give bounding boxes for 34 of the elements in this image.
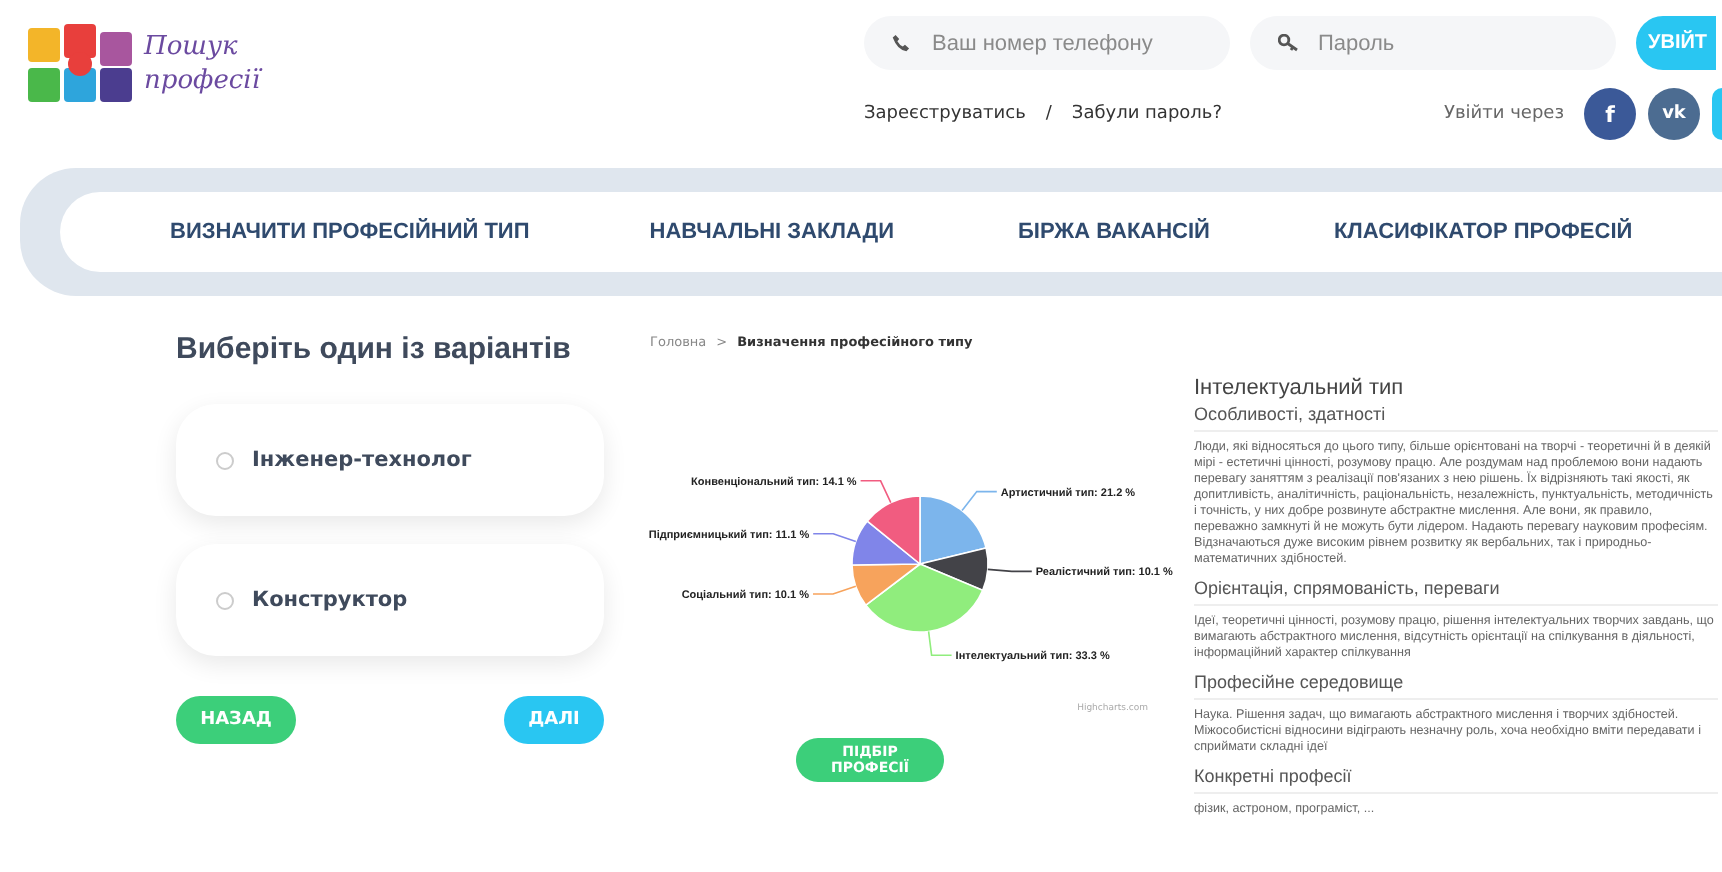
option-label: Конструктор xyxy=(252,588,408,612)
forgot-password-link[interactable]: Забули пароль? xyxy=(1071,104,1222,124)
phone-field[interactable]: Ваш номер телефону xyxy=(864,16,1230,70)
leader-line xyxy=(987,568,1033,573)
answer-option[interactable]: Конструктор xyxy=(176,544,604,656)
register-link[interactable]: Зареєструватись xyxy=(864,104,1026,124)
logo-text: Пошук xyxy=(144,30,240,64)
section-heading: Конкретні професії xyxy=(1194,766,1718,794)
answer-option[interactable]: Інженер-технолог xyxy=(176,404,604,516)
nav-link[interactable]: ВИЗНАЧИТИ ПРОФЕСІЙНИЙ ТИП xyxy=(170,220,530,244)
leader-line xyxy=(812,533,857,543)
logo-text: професії xyxy=(144,64,260,98)
nav-link[interactable]: БІРЖА ВАКАНСІЙ xyxy=(1018,220,1210,244)
leader-line xyxy=(961,490,998,512)
section-heading: Професійне середовище xyxy=(1194,672,1718,700)
quiz-title: Виберіть один із варіантів xyxy=(176,332,571,368)
separator-text: / xyxy=(1045,104,1052,124)
type-title: Інтелектуальний тип xyxy=(1194,376,1406,400)
logo-icon xyxy=(24,20,136,108)
option-label: Інженер-технолог xyxy=(252,448,472,472)
vk-button[interactable]: vk xyxy=(1648,88,1700,140)
nav-link[interactable]: КЛАСИФІКАТОР ПРОФЕСІЙ xyxy=(1333,220,1633,244)
nav-link[interactable]: НАВЧАЛЬНІ ЗАКЛАДИ xyxy=(649,220,895,244)
section-heading: Особливості, здатності xyxy=(1194,404,1718,432)
facebook-button[interactable]: f xyxy=(1584,88,1636,140)
social-button[interactable] xyxy=(1712,88,1722,140)
leader-line xyxy=(859,480,892,504)
section-heading: Орієнтація, спрямованість, переваги xyxy=(1194,578,1718,606)
radio-button[interactable] xyxy=(216,591,234,609)
leader-line xyxy=(927,630,953,656)
password-field[interactable]: Пароль xyxy=(1250,16,1616,70)
radio-button[interactable] xyxy=(216,451,234,469)
leader-line xyxy=(812,585,857,595)
social-login-label: Увійти через xyxy=(1444,104,1564,124)
